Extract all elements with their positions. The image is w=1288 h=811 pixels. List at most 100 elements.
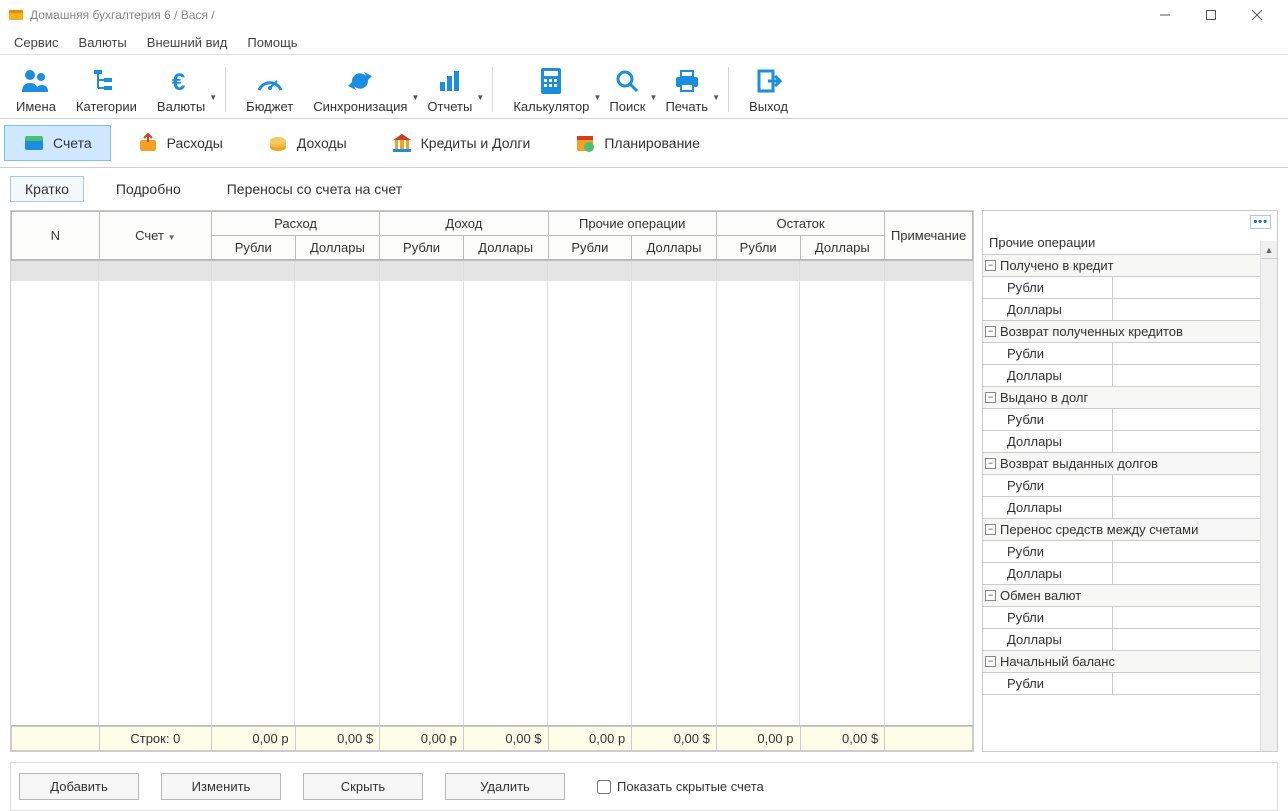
menu-appearance[interactable]: Внешний вид — [139, 33, 236, 52]
side-row[interactable]: Рубли — [983, 343, 1277, 365]
side-group-header[interactable]: −Начальный баланс — [983, 651, 1277, 673]
toolbar-reports-button[interactable]: Отчеты ▼ — [417, 63, 482, 116]
grid-selected-row[interactable] — [11, 261, 973, 281]
delete-button[interactable]: Удалить — [445, 773, 565, 800]
side-group-header[interactable]: −Обмен валют — [983, 585, 1277, 607]
collapse-icon[interactable]: − — [985, 524, 996, 535]
action-bar: Добавить Изменить Скрыть Удалить Показат… — [10, 762, 1278, 811]
toolbar-exit-button[interactable]: Выход — [739, 63, 798, 116]
show-hidden-checkbox[interactable]: Показать скрытые счета — [597, 779, 764, 794]
sync-icon — [344, 65, 376, 97]
side-row-label: Рубли — [983, 607, 1113, 628]
side-group-header[interactable]: −Получено в кредит — [983, 255, 1277, 277]
col-other-usd[interactable]: Доллары — [632, 236, 717, 260]
side-group-header[interactable]: −Возврат выданных долгов — [983, 453, 1277, 475]
side-row[interactable]: Рубли — [983, 541, 1277, 563]
side-row[interactable]: Доллары — [983, 299, 1277, 321]
col-income-rub[interactable]: Рубли — [380, 236, 464, 260]
panel-options-button[interactable]: ••• — [1250, 215, 1271, 229]
collapse-icon[interactable]: − — [985, 392, 996, 403]
side-row[interactable]: Доллары — [983, 629, 1277, 651]
col-balance-rub[interactable]: Рубли — [716, 236, 800, 260]
grid-header: N Счет ▼ Расход Доход Прочие операции Ос… — [11, 211, 973, 261]
col-account[interactable]: Счет ▼ — [99, 212, 211, 260]
collapse-icon[interactable]: − — [985, 326, 996, 337]
scrollbar[interactable]: ▲ — [1260, 241, 1277, 751]
toolbar-search-button[interactable]: Поиск ▼ — [599, 63, 655, 116]
side-panel-body[interactable]: −Получено в кредитРублиДоллары−Возврат п… — [983, 254, 1277, 751]
menu-currencies[interactable]: Валюты — [71, 33, 135, 52]
close-button[interactable] — [1234, 0, 1280, 30]
side-row[interactable]: Рубли — [983, 475, 1277, 497]
footer-empty — [885, 727, 973, 751]
footer-rowcount: Строк: 0 — [99, 727, 211, 751]
side-row[interactable]: Доллары — [983, 497, 1277, 519]
toolbar-currencies-button[interactable]: € Валюты ▼ — [147, 63, 215, 116]
minimize-button[interactable] — [1142, 0, 1188, 30]
view-brief[interactable]: Кратко — [10, 176, 84, 202]
menu-bar: Сервис Валюты Внешний вид Помощь — [0, 30, 1288, 54]
menu-help[interactable]: Помощь — [239, 33, 305, 52]
side-row-label: Доллары — [983, 497, 1113, 518]
side-group-header[interactable]: −Перенос средств между счетами — [983, 519, 1277, 541]
toolbar-print-button[interactable]: Печать ▼ — [655, 63, 718, 116]
side-group-label: Возврат выданных долгов — [1000, 456, 1158, 471]
tab-accounts[interactable]: Счета — [4, 125, 111, 161]
col-note[interactable]: Примечание — [885, 212, 973, 260]
collapse-icon[interactable]: − — [985, 656, 996, 667]
show-hidden-input[interactable] — [597, 780, 611, 794]
grid-body[interactable] — [11, 261, 973, 725]
toolbar-categories-button[interactable]: Категории — [66, 63, 147, 116]
side-group-header[interactable]: −Возврат полученных кредитов — [983, 321, 1277, 343]
footer-val: 0,00 $ — [800, 727, 885, 751]
people-icon — [20, 65, 52, 97]
side-row[interactable]: Доллары — [983, 431, 1277, 453]
maximize-button[interactable] — [1188, 0, 1234, 30]
col-expense-rub[interactable]: Рубли — [211, 236, 295, 260]
search-icon — [611, 65, 643, 97]
col-expense-usd[interactable]: Доллары — [295, 236, 380, 260]
view-transfers[interactable]: Переносы со счета на счет — [213, 177, 416, 201]
side-row[interactable]: Доллары — [983, 563, 1277, 585]
side-group-header[interactable]: −Выдано в долг — [983, 387, 1277, 409]
col-other-rub[interactable]: Рубли — [548, 236, 632, 260]
col-income[interactable]: Доход — [380, 212, 548, 236]
side-group-label: Обмен валют — [1000, 588, 1081, 603]
col-balance-usd[interactable]: Доллары — [800, 236, 885, 260]
hide-button[interactable]: Скрыть — [303, 773, 423, 800]
window-title: Домашняя бухгалтерия 6 / Вася / — [30, 8, 1142, 22]
col-n[interactable]: N — [12, 212, 100, 260]
toolbar-separator — [492, 67, 493, 112]
view-detailed[interactable]: Подробно — [102, 177, 195, 201]
toolbar-calculator-button[interactable]: Калькулятор ▼ — [503, 63, 599, 116]
add-button[interactable]: Добавить — [19, 773, 139, 800]
col-income-usd[interactable]: Доллары — [463, 236, 548, 260]
toolbar-names-button[interactable]: Имена — [6, 63, 66, 116]
tab-income[interactable]: Доходы — [249, 126, 365, 160]
footer-val: 0,00 р — [211, 727, 295, 751]
side-row-value — [1113, 431, 1277, 452]
toolbar-sync-button[interactable]: Синхронизация ▼ — [303, 63, 417, 116]
col-expense[interactable]: Расход — [211, 212, 379, 236]
collapse-icon[interactable]: − — [985, 458, 996, 469]
side-row-label: Доллары — [983, 431, 1113, 452]
toolbar-budget-button[interactable]: Бюджет — [236, 63, 303, 116]
side-row[interactable]: Рубли — [983, 607, 1277, 629]
side-group-label: Выдано в долг — [1000, 390, 1088, 405]
tab-planning[interactable]: Планирование — [556, 126, 718, 160]
scroll-up-icon[interactable]: ▲ — [1261, 241, 1277, 259]
side-row[interactable]: Доллары — [983, 365, 1277, 387]
side-row-label: Доллары — [983, 629, 1113, 650]
footer-empty — [12, 727, 100, 751]
side-row[interactable]: Рубли — [983, 673, 1277, 695]
collapse-icon[interactable]: − — [985, 590, 996, 601]
side-row[interactable]: Рубли — [983, 409, 1277, 431]
collapse-icon[interactable]: − — [985, 260, 996, 271]
menu-service[interactable]: Сервис — [6, 33, 67, 52]
tab-credits[interactable]: Кредиты и Долги — [373, 126, 549, 160]
col-other[interactable]: Прочие операции — [548, 212, 716, 236]
side-row[interactable]: Рубли — [983, 277, 1277, 299]
tab-expenses[interactable]: Расходы — [119, 126, 241, 160]
edit-button[interactable]: Изменить — [161, 773, 281, 800]
col-balance[interactable]: Остаток — [716, 212, 884, 236]
